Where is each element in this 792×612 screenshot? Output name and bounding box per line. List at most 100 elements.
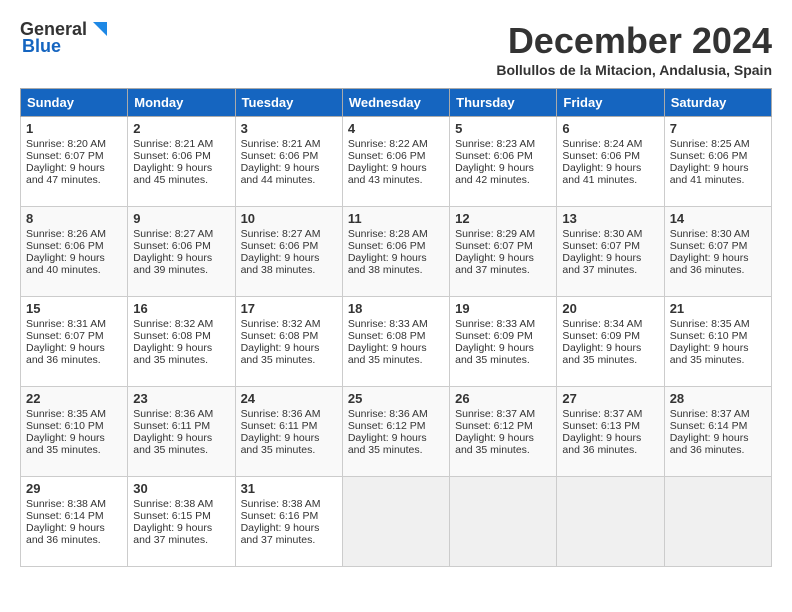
day-number: 7 — [670, 121, 766, 136]
daylight-label: Daylight: 9 hours and 38 minutes. — [348, 252, 427, 276]
sunrise: Sunrise: 8:29 AM — [455, 228, 535, 240]
sunset: Sunset: 6:06 PM — [133, 150, 211, 162]
sunrise: Sunrise: 8:23 AM — [455, 138, 535, 150]
sunset: Sunset: 6:16 PM — [241, 510, 319, 522]
daylight-label: Daylight: 9 hours and 43 minutes. — [348, 162, 427, 186]
daylight-label: Daylight: 9 hours and 35 minutes. — [455, 432, 534, 456]
sunset: Sunset: 6:12 PM — [348, 420, 426, 432]
header-row: SundayMondayTuesdayWednesdayThursdayFrid… — [21, 89, 772, 117]
sunset: Sunset: 6:10 PM — [26, 420, 104, 432]
sunset: Sunset: 6:13 PM — [562, 420, 640, 432]
sunrise: Sunrise: 8:27 AM — [241, 228, 321, 240]
sunset: Sunset: 6:07 PM — [670, 240, 748, 252]
sunset: Sunset: 6:15 PM — [133, 510, 211, 522]
sunset: Sunset: 6:06 PM — [455, 150, 533, 162]
calendar-cell: 17 Sunrise: 8:32 AM Sunset: 6:08 PM Dayl… — [235, 297, 342, 387]
calendar-cell — [342, 477, 449, 567]
calendar-cell — [450, 477, 557, 567]
calendar-cell: 16 Sunrise: 8:32 AM Sunset: 6:08 PM Dayl… — [128, 297, 235, 387]
day-number: 29 — [26, 481, 122, 496]
calendar-cell: 2 Sunrise: 8:21 AM Sunset: 6:06 PM Dayli… — [128, 117, 235, 207]
daylight-label: Daylight: 9 hours and 35 minutes. — [26, 432, 105, 456]
calendar-week-row: 8 Sunrise: 8:26 AM Sunset: 6:06 PM Dayli… — [21, 207, 772, 297]
daylight-label: Daylight: 9 hours and 35 minutes. — [348, 432, 427, 456]
calendar-cell: 30 Sunrise: 8:38 AM Sunset: 6:15 PM Dayl… — [128, 477, 235, 567]
page-header: General Blue December 2024 Bollullos de … — [20, 20, 772, 78]
calendar-cell: 20 Sunrise: 8:34 AM Sunset: 6:09 PM Dayl… — [557, 297, 664, 387]
sunrise: Sunrise: 8:30 AM — [562, 228, 642, 240]
day-number: 30 — [133, 481, 229, 496]
sunrise: Sunrise: 8:34 AM — [562, 318, 642, 330]
sunset: Sunset: 6:06 PM — [241, 240, 319, 252]
sunset: Sunset: 6:09 PM — [455, 330, 533, 342]
daylight-label: Daylight: 9 hours and 41 minutes. — [562, 162, 641, 186]
sunrise: Sunrise: 8:31 AM — [26, 318, 106, 330]
day-number: 26 — [455, 391, 551, 406]
sunrise: Sunrise: 8:37 AM — [670, 408, 750, 420]
logo-blue: Blue — [22, 36, 61, 57]
sunset: Sunset: 6:06 PM — [348, 240, 426, 252]
day-number: 3 — [241, 121, 337, 136]
weekday-header: Saturday — [664, 89, 771, 117]
day-number: 22 — [26, 391, 122, 406]
calendar-week-row: 1 Sunrise: 8:20 AM Sunset: 6:07 PM Dayli… — [21, 117, 772, 207]
weekday-header: Wednesday — [342, 89, 449, 117]
day-number: 12 — [455, 211, 551, 226]
day-number: 9 — [133, 211, 229, 226]
daylight-label: Daylight: 9 hours and 41 minutes. — [670, 162, 749, 186]
sunset: Sunset: 6:06 PM — [26, 240, 104, 252]
sunrise: Sunrise: 8:24 AM — [562, 138, 642, 150]
calendar-cell: 12 Sunrise: 8:29 AM Sunset: 6:07 PM Dayl… — [450, 207, 557, 297]
daylight-label: Daylight: 9 hours and 37 minutes. — [455, 252, 534, 276]
sunset: Sunset: 6:06 PM — [670, 150, 748, 162]
logo-icon — [89, 18, 111, 40]
calendar-cell: 7 Sunrise: 8:25 AM Sunset: 6:06 PM Dayli… — [664, 117, 771, 207]
daylight-label: Daylight: 9 hours and 47 minutes. — [26, 162, 105, 186]
sunrise: Sunrise: 8:30 AM — [670, 228, 750, 240]
day-number: 14 — [670, 211, 766, 226]
calendar-cell: 3 Sunrise: 8:21 AM Sunset: 6:06 PM Dayli… — [235, 117, 342, 207]
sunset: Sunset: 6:10 PM — [670, 330, 748, 342]
daylight-label: Daylight: 9 hours and 36 minutes. — [670, 432, 749, 456]
day-number: 18 — [348, 301, 444, 316]
daylight-label: Daylight: 9 hours and 36 minutes. — [562, 432, 641, 456]
day-number: 31 — [241, 481, 337, 496]
sunset: Sunset: 6:07 PM — [26, 150, 104, 162]
day-number: 23 — [133, 391, 229, 406]
sunset: Sunset: 6:08 PM — [133, 330, 211, 342]
calendar-week-row: 15 Sunrise: 8:31 AM Sunset: 6:07 PM Dayl… — [21, 297, 772, 387]
day-number: 10 — [241, 211, 337, 226]
logo: General Blue — [20, 20, 111, 57]
calendar-cell: 25 Sunrise: 8:36 AM Sunset: 6:12 PM Dayl… — [342, 387, 449, 477]
calendar-cell: 19 Sunrise: 8:33 AM Sunset: 6:09 PM Dayl… — [450, 297, 557, 387]
calendar-cell: 21 Sunrise: 8:35 AM Sunset: 6:10 PM Dayl… — [664, 297, 771, 387]
calendar-cell: 14 Sunrise: 8:30 AM Sunset: 6:07 PM Dayl… — [664, 207, 771, 297]
sunrise: Sunrise: 8:37 AM — [562, 408, 642, 420]
sunset: Sunset: 6:14 PM — [26, 510, 104, 522]
sunset: Sunset: 6:07 PM — [26, 330, 104, 342]
calendar-cell: 29 Sunrise: 8:38 AM Sunset: 6:14 PM Dayl… — [21, 477, 128, 567]
calendar-cell — [664, 477, 771, 567]
calendar-table: SundayMondayTuesdayWednesdayThursdayFrid… — [20, 88, 772, 567]
sunset: Sunset: 6:08 PM — [241, 330, 319, 342]
sunset: Sunset: 6:08 PM — [348, 330, 426, 342]
sunrise: Sunrise: 8:36 AM — [348, 408, 428, 420]
daylight-label: Daylight: 9 hours and 36 minutes. — [26, 342, 105, 366]
day-number: 11 — [348, 211, 444, 226]
calendar-week-row: 29 Sunrise: 8:38 AM Sunset: 6:14 PM Dayl… — [21, 477, 772, 567]
daylight-label: Daylight: 9 hours and 36 minutes. — [670, 252, 749, 276]
sunrise: Sunrise: 8:33 AM — [348, 318, 428, 330]
day-number: 2 — [133, 121, 229, 136]
daylight-label: Daylight: 9 hours and 45 minutes. — [133, 162, 212, 186]
sunrise: Sunrise: 8:32 AM — [133, 318, 213, 330]
day-number: 24 — [241, 391, 337, 406]
day-number: 5 — [455, 121, 551, 136]
day-number: 8 — [26, 211, 122, 226]
calendar-cell: 22 Sunrise: 8:35 AM Sunset: 6:10 PM Dayl… — [21, 387, 128, 477]
daylight-label: Daylight: 9 hours and 35 minutes. — [455, 342, 534, 366]
sunrise: Sunrise: 8:33 AM — [455, 318, 535, 330]
daylight-label: Daylight: 9 hours and 35 minutes. — [241, 432, 320, 456]
title-block: December 2024 Bollullos de la Mitacion, … — [496, 20, 772, 78]
calendar-cell: 24 Sunrise: 8:36 AM Sunset: 6:11 PM Dayl… — [235, 387, 342, 477]
sunset: Sunset: 6:09 PM — [562, 330, 640, 342]
